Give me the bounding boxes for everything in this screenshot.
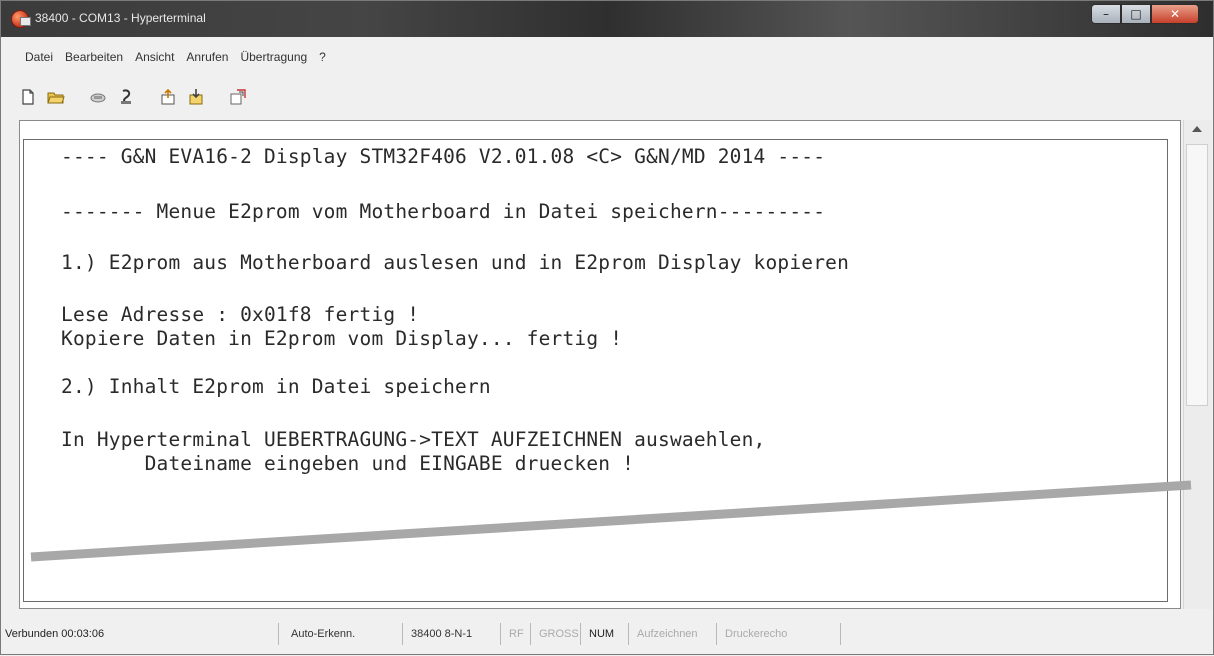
menu-help[interactable]: ? (319, 50, 326, 64)
terminal-line-instruction-cont: Dateiname eingeben und EINGABE druecken … (61, 452, 635, 475)
toolbar (1, 77, 1213, 117)
close-icon: ✕ (1169, 7, 1181, 21)
hyperterminal-app-icon[interactable] (11, 10, 31, 28)
terminal-line-copy-data: Kopiere Daten in E2prom vom Display... f… (61, 327, 623, 350)
minimize-button[interactable]: – (1091, 4, 1121, 24)
menu-bearbeiten[interactable]: Bearbeiten (65, 50, 123, 64)
menu-anrufen[interactable]: Anrufen (186, 50, 228, 64)
title-bar[interactable]: 38400 - COM13 - Hyperterminal – □ ✕ (1, 1, 1213, 37)
status-rf: RF (501, 623, 531, 645)
menu-bar: Datei Bearbeiten Ansicht Anrufen Übertra… (1, 37, 1213, 77)
connect-phone-icon[interactable] (89, 88, 107, 106)
terminal-line-step-1: 1.) E2prom aus Motherboard auslesen und … (61, 251, 850, 274)
status-print-echo: Druckerecho (717, 623, 841, 645)
maximize-icon: □ (1130, 7, 1142, 21)
scrollbar-thumb[interactable] (1186, 144, 1208, 406)
status-connection-time: Verbunden 00:03:06 (1, 623, 279, 645)
window-controls: – □ ✕ (1091, 4, 1199, 24)
terminal-line-instruction: In Hyperterminal UEBERTRAGUNG->TEXT AUFZ… (61, 428, 766, 451)
scroll-up-arrow-icon[interactable] (1192, 126, 1202, 132)
hyperterminal-window: 38400 - COM13 - Hyperterminal – □ ✕ Date… (0, 0, 1214, 655)
terminal-line-read-address: Lese Adresse : 0x01f8 fertig ! (61, 303, 420, 326)
status-num: NUM (581, 623, 629, 645)
send-icon[interactable] (159, 88, 177, 106)
minimize-icon: – (1103, 7, 1109, 21)
new-document-icon[interactable] (19, 88, 37, 106)
status-caps: GROSS (531, 623, 581, 645)
receive-icon[interactable] (187, 88, 205, 106)
menu-uebertragung[interactable]: Übertragung (240, 50, 307, 64)
menu-datei[interactable]: Datei (25, 50, 53, 64)
terminal-line-step-2: 2.) Inhalt E2prom in Datei speichern (61, 375, 491, 398)
open-folder-icon[interactable] (47, 88, 65, 106)
terminal-line-menu-title: ------- Menue E2prom vom Motherboard in … (61, 200, 826, 223)
status-capture: Aufzeichnen (629, 623, 717, 645)
close-button[interactable]: ✕ (1151, 4, 1199, 24)
properties-icon[interactable] (229, 88, 247, 106)
menu-ansicht[interactable]: Ansicht (135, 50, 174, 64)
disconnect-phone-icon[interactable] (117, 88, 135, 106)
vertical-scrollbar[interactable] (1183, 120, 1212, 609)
status-auto-detect: Auto-Erkenn. (279, 623, 403, 645)
terminal-line-banner: ---- G&N EVA16-2 Display STM32F406 V2.01… (61, 145, 826, 168)
window-title: 38400 - COM13 - Hyperterminal (35, 11, 206, 25)
maximize-button[interactable]: □ (1121, 4, 1151, 24)
status-bar: Verbunden 00:03:06 Auto-Erkenn. 38400 8-… (1, 613, 1213, 655)
status-port-settings: 38400 8-N-1 (403, 623, 501, 645)
